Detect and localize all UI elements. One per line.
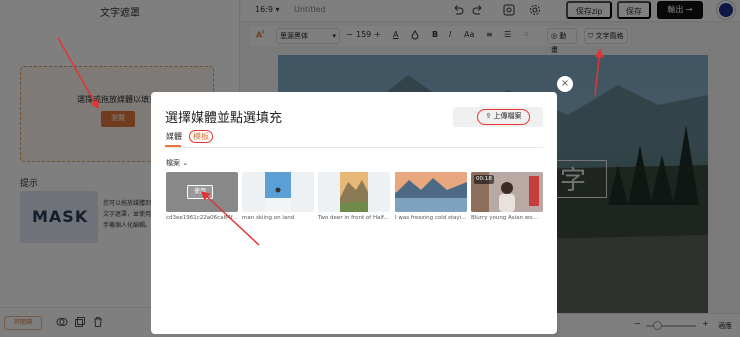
media-thumbnail-5[interactable]: 00:18 [471,172,543,212]
use-button[interactable]: 使用 [187,185,213,199]
deer-image [340,172,368,212]
media-thumbnail-4[interactable] [395,172,467,212]
chevron-down-icon: ⌄ [182,159,189,167]
media-caption-4: I was freezing cold stayin... [395,215,467,221]
lake-image [395,172,467,212]
close-icon[interactable]: × [557,76,573,92]
upload-icon: ⇪ [485,112,492,120]
media-thumbnail-2[interactable] [242,172,314,212]
file-filter-value: 檔案 [166,159,180,167]
ski-image [265,172,291,212]
file-filter-select[interactable]: 檔案 ⌄ [166,158,188,168]
media-thumbnail-1[interactable]: 使用 [166,172,238,212]
tabs-divider [165,147,543,148]
upload-file-button[interactable]: ⇪ 上傳檔案 [453,107,543,127]
media-caption-3: Two deer in front of Half... [318,215,389,221]
tab-template[interactable]: 模板 [189,130,213,143]
upload-label: 上傳檔案 [493,112,522,120]
media-caption-5: Blurry young Asian woma... [471,215,543,221]
upload-file-inner: ⇪ 上傳檔案 [477,109,530,125]
media-caption-2: man skiing on land [242,215,295,221]
media-thumbnail-3[interactable] [318,172,390,212]
media-caption-1: cd3ee1961c22a06ca84f0... [166,215,238,221]
video-duration-badge: 00:18 [474,175,494,184]
modal-title: 選擇媒體並點選填充 [165,111,283,126]
tab-media[interactable]: 媒體 [166,131,182,142]
media-picker-modal: 選擇媒體並點選填充 ⇪ 上傳檔案 媒體 模板 檔案 ⌄ 使用 cd3ee1961… [151,92,557,334]
